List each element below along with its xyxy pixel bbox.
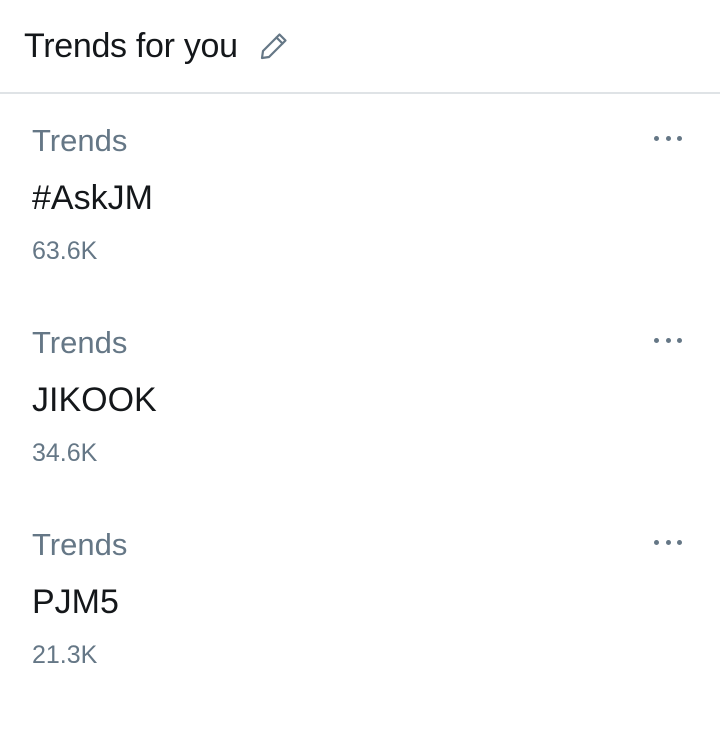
more-dots-icon[interactable] (654, 328, 682, 352)
trend-name[interactable]: #AskJM (32, 178, 153, 218)
trend-name[interactable]: JIKOOK (32, 380, 157, 420)
trend-item[interactable]: Trends #AskJM 63.6K (0, 124, 720, 326)
trend-name[interactable]: PJM5 (32, 582, 119, 622)
trend-item[interactable]: Trends JIKOOK 34.6K (0, 326, 720, 528)
trend-context: Trends (32, 123, 128, 158)
trend-context: Trends (32, 527, 128, 562)
trend-list: Trends #AskJM 63.6K Trends JIKOOK 34.6K … (0, 124, 720, 730)
pencil-icon[interactable] (258, 29, 292, 63)
trends-header: Trends for you (0, 0, 720, 94)
header-title: Trends for you (24, 26, 238, 65)
more-dots-icon[interactable] (654, 126, 682, 150)
trend-count: 21.3K (32, 641, 98, 669)
trend-count: 63.6K (32, 237, 98, 265)
more-dots-icon[interactable] (654, 530, 682, 554)
trend-count: 34.6K (32, 439, 98, 467)
trend-item[interactable]: Trends PJM5 21.3K (0, 528, 720, 730)
trend-context: Trends (32, 325, 128, 360)
